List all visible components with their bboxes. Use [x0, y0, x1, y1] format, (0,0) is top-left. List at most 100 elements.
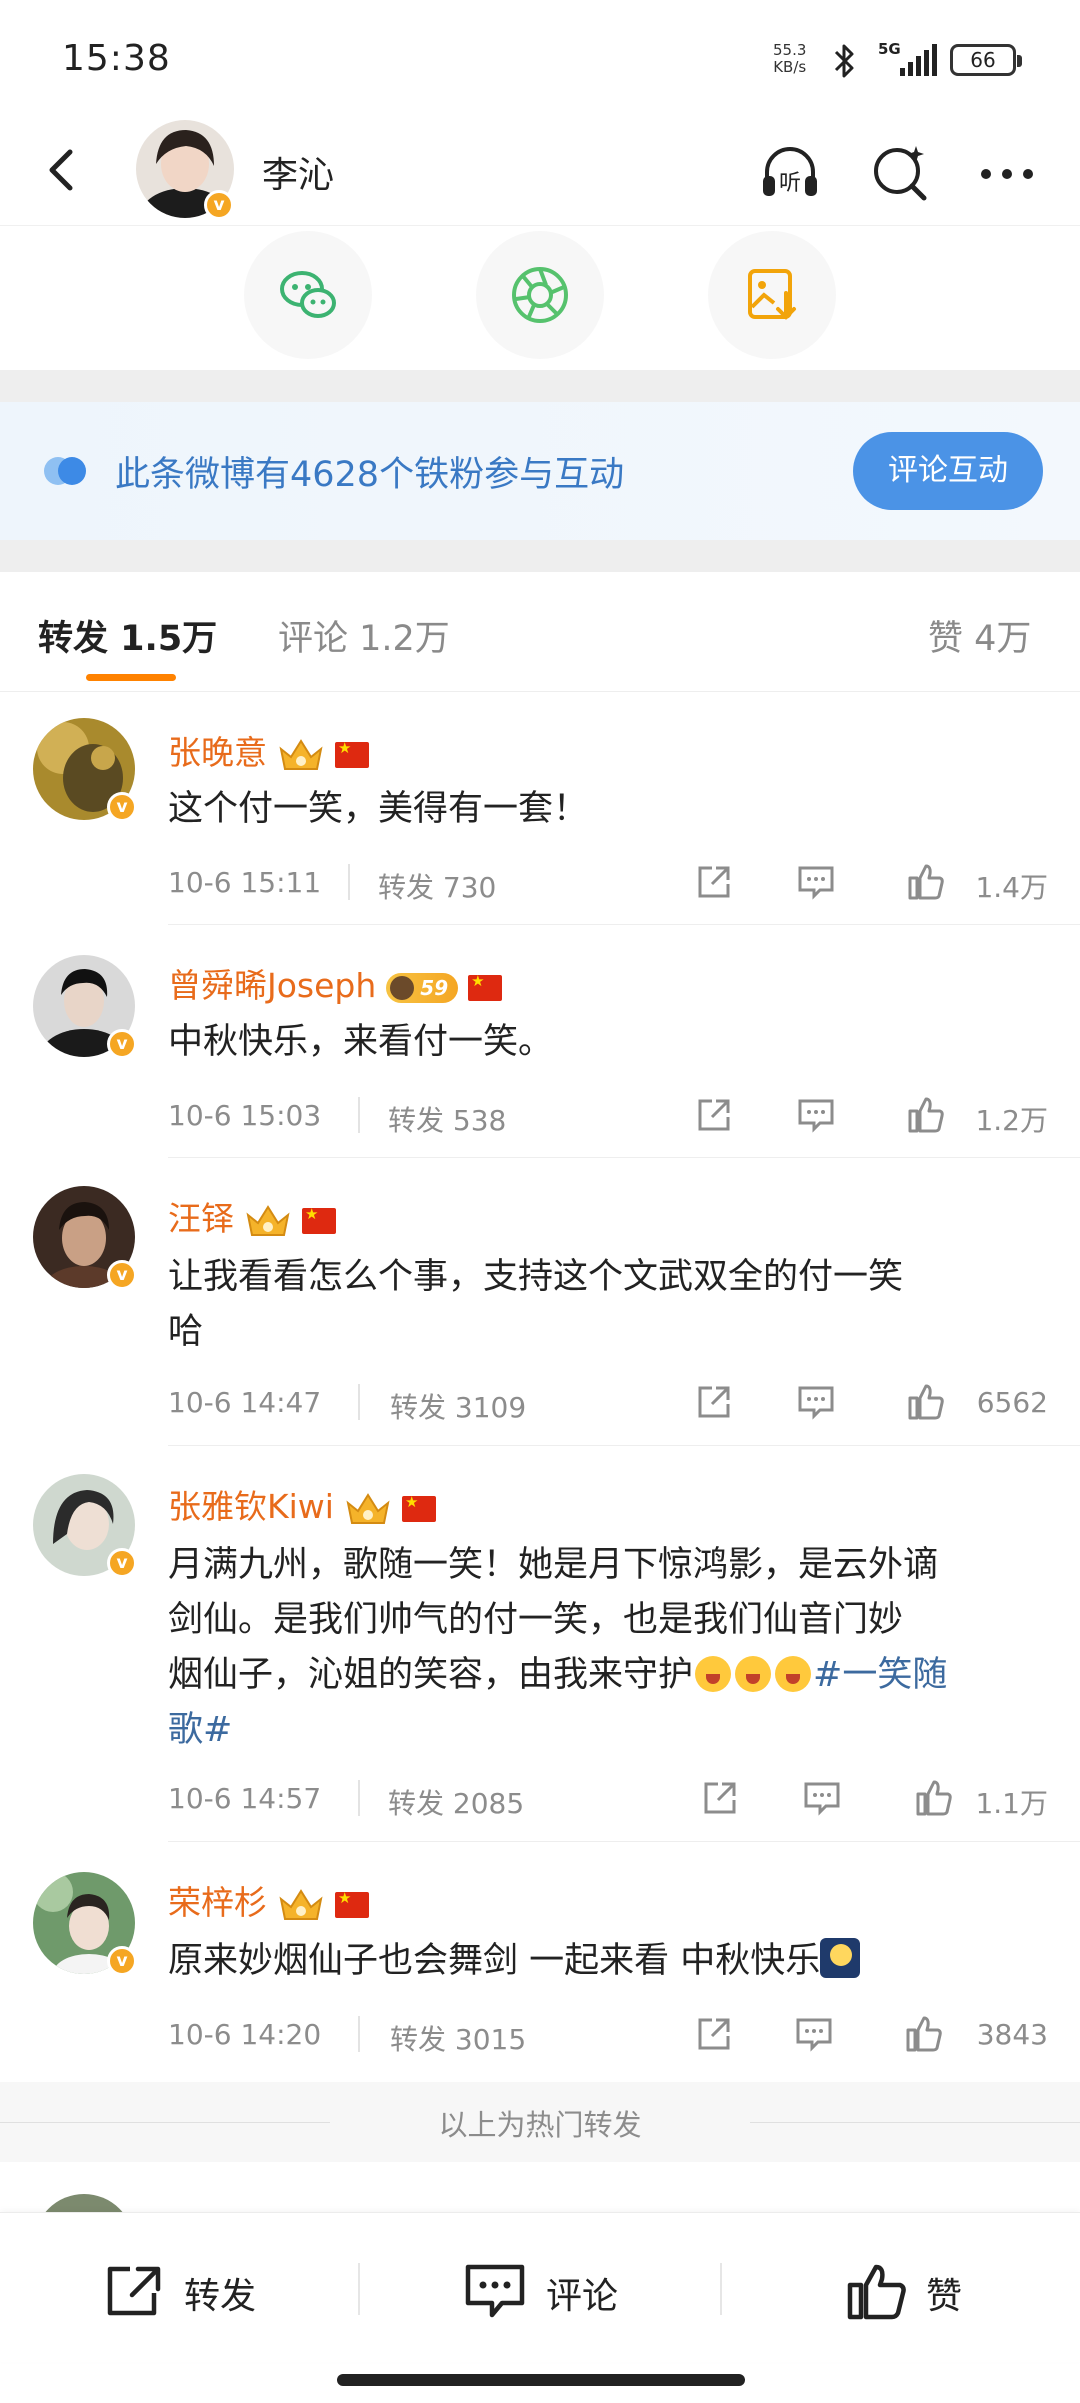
repost-item[interactable]: v 张晚意 这个付一笑，美得有一套！ 10-6 15:11 转发 730 1.4… — [0, 692, 1080, 925]
username[interactable]: 荣梓杉 — [168, 1876, 369, 1925]
verified-badge: v — [204, 190, 234, 220]
crying-face-emoji-icon — [775, 1656, 812, 1692]
share-icon[interactable] — [694, 1095, 734, 1135]
fan-level-badge: 59 — [386, 972, 459, 1003]
crown-member-icon — [279, 1888, 323, 1920]
user-avatar[interactable]: v — [33, 1474, 137, 1578]
share-moments-button[interactable] — [476, 231, 604, 359]
back-arrow-icon[interactable] — [30, 138, 94, 202]
interaction-tabs: 转发 1.5万 评论 1.2万 赞 4万 — [0, 572, 1080, 692]
post-text-segment: 烟仙子，沁姐的笑容，由我来守护 — [168, 1655, 694, 1695]
like-label: 赞 — [926, 2276, 963, 2317]
save-image-button[interactable] — [708, 231, 836, 359]
repost-item[interactable]: v 荣梓杉 原来妙烟仙子也会舞剑 一起来看 中秋快乐 10-6 14:20 转发… — [0, 1842, 1080, 2082]
fan-banner-text: 此条微博有4628个铁粉参与互动 — [115, 455, 625, 495]
username-text: 张晚意 — [168, 733, 267, 772]
user-avatar[interactable]: v — [33, 1186, 137, 1290]
post-date: 10-6 14:57 — [168, 1782, 322, 1815]
network-speed-value: 55.3 — [773, 41, 807, 59]
status-bar: 15:38 55.3 KB/s 5G 66 — [0, 0, 1080, 120]
like-count[interactable]: 1.2万 — [975, 1099, 1048, 1139]
user-avatar[interactable]: v — [33, 955, 137, 1059]
repost-item[interactable]: v 曾舜晞Joseph 59 中秋快乐，来看付一笑。 10-6 15:03 转发 … — [0, 925, 1080, 1158]
username-text: 荣梓杉 — [168, 1883, 267, 1922]
post-date: 10-6 15:03 — [168, 1099, 322, 1132]
hashtag-link-continued[interactable]: 歌# — [168, 1703, 1048, 1758]
post-text-line: 烟仙子，沁姐的笑容，由我来守护 #一笑随 — [168, 1648, 1048, 1703]
comment-icon[interactable] — [796, 1095, 836, 1135]
tab-like[interactable]: 赞 4万 — [928, 610, 1031, 661]
repost-item[interactable]: v 汪铎 让我看看怎么个事，支持这个文武双全的付一笑 哈 10-6 14:47 … — [0, 1158, 1080, 1446]
save-image-icon — [748, 269, 796, 320]
repost-button[interactable]: 转发 — [0, 2213, 358, 2363]
china-flag-icon — [401, 1493, 436, 1522]
like-count[interactable]: 6562 — [977, 1386, 1048, 1419]
comment-icon[interactable] — [796, 1382, 836, 1422]
repost-label: 转发 — [184, 2276, 257, 2317]
post-date: 10-6 15:11 — [168, 866, 322, 899]
gesture-home-bar[interactable] — [337, 2374, 745, 2386]
post-text-segment: 原来妙烟仙子也会舞剑 一起来看 中秋快乐 — [168, 1941, 821, 1981]
username-text: 曾舜晞Joseph — [168, 966, 377, 1005]
more-options-icon[interactable] — [972, 138, 1042, 208]
post-text-line: 剑仙。是我们帅气的付一笑，也是我们仙音门妙 — [168, 1600, 904, 1640]
like-thumb-icon[interactable] — [906, 1095, 946, 1135]
comment-icon — [465, 2264, 525, 2318]
bottom-action-bar: 转发 评论 赞 — [0, 2212, 1080, 2362]
comment-button[interactable]: 评论 — [360, 2213, 718, 2363]
share-wechat-button[interactable] — [244, 231, 372, 359]
status-time: 15:38 — [62, 38, 171, 79]
like-thumb-icon[interactable] — [904, 2014, 944, 2054]
wechat-icon — [280, 271, 336, 318]
post-meta: 10-6 14:47 转发 3109 6562 — [168, 1382, 1048, 1424]
hashtag-link[interactable]: #一笑随 — [813, 1655, 947, 1695]
post-text: 中秋快乐，来看付一笑。 — [168, 1022, 554, 1062]
china-flag-icon — [302, 1205, 336, 1234]
share-icon[interactable] — [700, 1778, 740, 1818]
comment-icon[interactable] — [802, 1778, 842, 1818]
post-meta: 10-6 14:20 转发 3015 3843 — [168, 2014, 1048, 2056]
listen-headphones-icon[interactable]: 听 — [755, 138, 825, 208]
crown-member-icon — [279, 738, 323, 770]
like-count[interactable]: 3843 — [977, 2018, 1048, 2051]
repost-count[interactable]: 转发 3109 — [390, 1386, 526, 1426]
user-avatar[interactable]: v — [33, 718, 137, 822]
next-repost-item-peek — [0, 2162, 1080, 2212]
like-count[interactable]: 1.1万 — [975, 1782, 1048, 1822]
share-icon[interactable] — [694, 862, 734, 902]
verified-badge: v — [107, 1029, 137, 1059]
username[interactable]: 张雅钦Kiwi — [168, 1480, 436, 1529]
profile-name[interactable]: 李沁 — [262, 146, 334, 198]
tab-comment[interactable]: 评论 1.2万 — [278, 610, 450, 661]
like-thumb-icon[interactable] — [906, 862, 946, 902]
comment-interact-button[interactable]: 评论互动 — [853, 432, 1043, 510]
user-avatar[interactable]: v — [33, 1872, 137, 1976]
tab-repost[interactable]: 转发 1.5万 — [38, 610, 217, 661]
username[interactable]: 汪铎 — [168, 1192, 336, 1241]
hot-reposts-note: 以上为热门转发 — [438, 2108, 642, 2142]
like-count[interactable]: 1.4万 — [975, 866, 1048, 906]
repost-count[interactable]: 转发 730 — [378, 866, 496, 906]
fan-interaction-banner[interactable]: 此条微博有4628个铁粉参与互动 评论互动 — [0, 402, 1080, 540]
username[interactable]: 张晚意 — [168, 726, 369, 775]
username[interactable]: 曾舜晞Joseph 59 — [168, 959, 503, 1007]
like-thumb-icon[interactable] — [914, 1778, 954, 1818]
crown-member-icon — [246, 1204, 290, 1236]
repost-count[interactable]: 转发 2085 — [388, 1782, 524, 1822]
section-gap — [0, 540, 1080, 572]
post-date: 10-6 14:20 — [168, 2018, 322, 2051]
like-thumb-icon — [847, 2264, 906, 2320]
post-text-line: 哈 — [168, 1312, 204, 1352]
share-icon[interactable] — [694, 2014, 734, 2054]
like-thumb-icon[interactable] — [906, 1382, 946, 1422]
repost-count[interactable]: 转发 538 — [388, 1099, 506, 1139]
network-speed: 55.3 KB/s — [773, 42, 806, 76]
comment-icon[interactable] — [796, 862, 836, 902]
repost-item[interactable]: v 张雅钦Kiwi 月满九州，歌随一笑！她是月下惊鸿影，是云外谪 剑仙。是我们帅… — [0, 1446, 1080, 1842]
share-icon[interactable] — [694, 1382, 734, 1422]
search-icon[interactable] — [866, 138, 936, 208]
comment-icon[interactable] — [794, 2014, 834, 2054]
repost-count[interactable]: 转发 3015 — [390, 2018, 526, 2058]
top-nav-bar: v 李沁 听 — [0, 120, 1080, 225]
like-button[interactable]: 赞 — [722, 2213, 1080, 2363]
